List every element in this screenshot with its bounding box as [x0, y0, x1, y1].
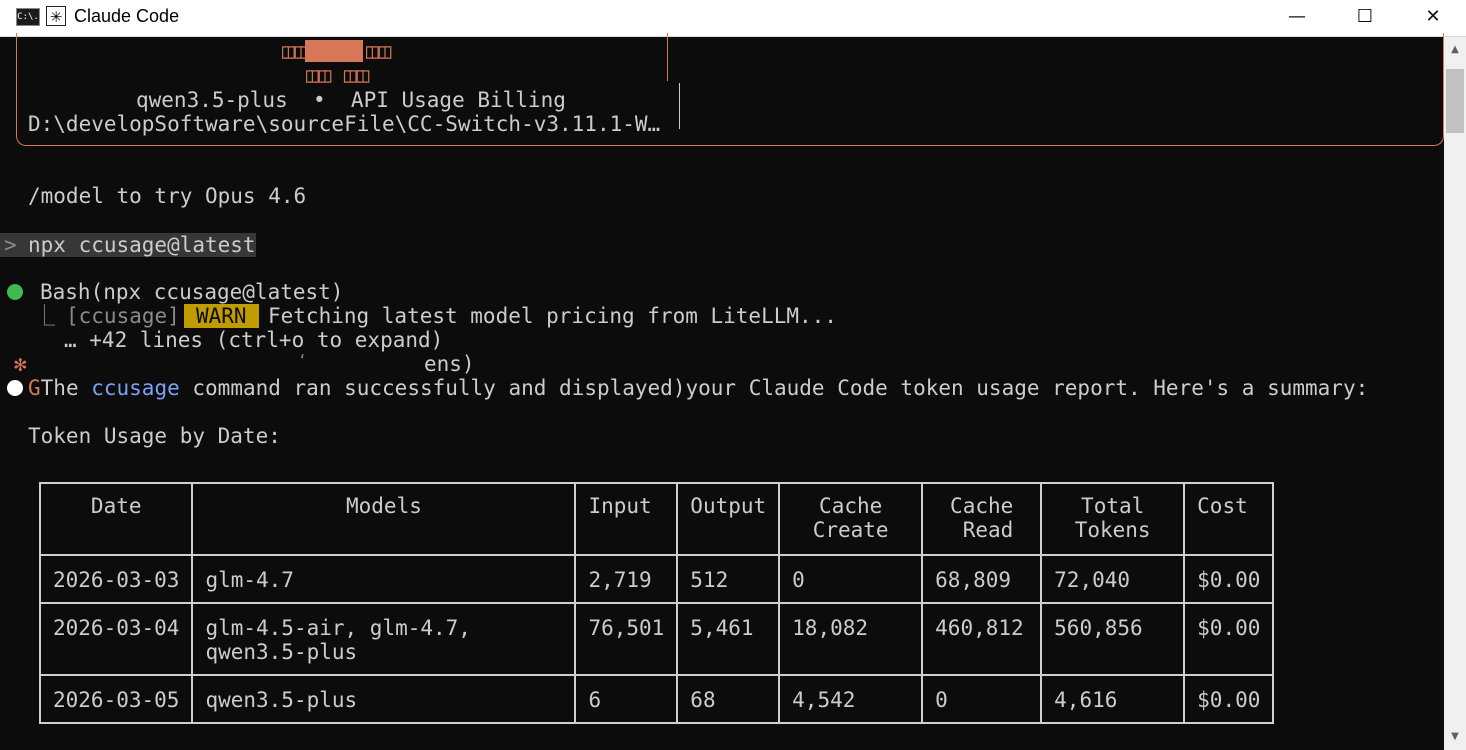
working-directory: D:\developSoftware\sourceFile\CC-Switch-… — [28, 112, 661, 136]
cell-input: 76,501 — [574, 602, 679, 676]
render-artifact-text: ens) — [424, 352, 475, 376]
cell-cache-read: 0 — [921, 674, 1043, 724]
panel-divider — [679, 83, 680, 129]
output-tag: [ccusage] — [66, 304, 180, 328]
cell-cache-create: 18,082 — [778, 602, 924, 676]
assistant-response: GThe ccusage command ran successfully an… — [28, 376, 1369, 400]
tool-call-label[interactable]: Bash(npx ccusage@latest) — [40, 280, 343, 304]
close-button[interactable]: ✕ — [1398, 0, 1466, 36]
cell-models: glm-4.7 — [191, 554, 577, 604]
cell-cache-create: 4,542 — [778, 674, 924, 724]
column-header-models: Models — [191, 482, 577, 556]
prompt-marker-icon: > — [4, 233, 17, 257]
cell-output: 68 — [676, 674, 781, 724]
mascot-icon-right: ◫◫ — [366, 39, 392, 63]
table-row: 2026-03-03 glm-4.7 2,719 512 0 68,809 72… — [38, 554, 1275, 604]
cell-output: 512 — [676, 554, 781, 604]
window-title-bar[interactable]: C:\. ✳ Claude Code — ☐ ✕ — [0, 0, 1466, 37]
claude-asterisk-icon: ✳ — [46, 6, 66, 26]
section-heading: Token Usage by Date: — [28, 424, 281, 448]
inline-code: ccusage — [91, 376, 180, 400]
spinner-icon: ✻ — [14, 352, 27, 376]
render-artifact: G — [28, 376, 41, 400]
output-text: Fetching latest model pricing from LiteL… — [268, 304, 837, 328]
column-header-output: Output — [676, 482, 781, 556]
column-header-cache-read: Cache Read — [921, 482, 1043, 556]
render-artifact: ) — [672, 376, 686, 400]
cell-cost: $0.00 — [1183, 554, 1275, 604]
terminal-output[interactable]: ◫◫ ◫◫ ◫◫ ◫◫ qwen3.5-plus • API Usage Bil… — [0, 33, 1444, 750]
mascot-icon-left: ◫◫ — [282, 39, 308, 63]
render-artifact: ‘ — [298, 353, 307, 369]
expand-output-hint[interactable]: … +42 lines (ctrl+o to expand) — [64, 328, 443, 352]
tool-status-dot-icon — [7, 284, 23, 300]
warn-badge: WARN — [184, 304, 259, 328]
tip-text: /model to try Opus 4.6 — [28, 184, 307, 208]
window-title: Claude Code — [74, 6, 180, 26]
scroll-up-icon[interactable]: ▲ — [1444, 37, 1466, 63]
cell-total-tokens: 4,616 — [1040, 674, 1186, 724]
mascot-body — [305, 40, 363, 62]
column-header-date: Date — [38, 482, 194, 556]
cell-date: 2026-03-05 — [38, 674, 194, 724]
token-usage-table: Date Models Input Output Cache Create Ca… — [38, 482, 1275, 724]
minimize-button[interactable]: — — [1262, 0, 1332, 36]
scroll-down-icon[interactable]: ▼ — [1444, 724, 1466, 750]
cell-cost: $0.00 — [1183, 602, 1275, 676]
output-branch-icon: ⎿ — [34, 304, 55, 328]
column-header-cost: Cost — [1183, 482, 1275, 556]
column-header-total-tokens: Total Tokens — [1040, 482, 1186, 556]
cell-output: 5,461 — [676, 602, 781, 676]
cell-cache-read: 68,809 — [921, 554, 1043, 604]
maximize-button[interactable]: ☐ — [1330, 0, 1400, 36]
cell-cache-read: 460,812 — [921, 602, 1043, 676]
panel-divider — [667, 33, 668, 81]
cell-models: glm-4.5-air, glm-4.7, qwen3.5-plus — [191, 602, 577, 676]
cell-input: 6 — [574, 674, 679, 724]
cell-total-tokens: 72,040 — [1040, 554, 1186, 604]
column-header-input: Input — [574, 482, 679, 556]
cell-total-tokens: 560,856 — [1040, 602, 1186, 676]
cmd-icon[interactable]: C:\. — [16, 8, 40, 26]
cell-input: 2,719 — [574, 554, 679, 604]
cell-date: 2026-03-04 — [38, 602, 194, 676]
scrollbar-thumb[interactable] — [1446, 69, 1464, 133]
cell-models: qwen3.5-plus — [191, 674, 577, 724]
response-bullet-icon — [7, 380, 23, 396]
table-header-row: Date Models Input Output Cache Create Ca… — [38, 482, 1275, 556]
model-billing-line: qwen3.5-plus • API Usage Billing — [136, 88, 566, 112]
vertical-scrollbar[interactable]: ▲ ▼ — [1444, 37, 1466, 750]
table-row: 2026-03-05 qwen3.5-plus 6 68 4,542 0 4,6… — [38, 674, 1275, 724]
cell-date: 2026-03-03 — [38, 554, 194, 604]
column-header-cache-create: Cache Create — [778, 482, 924, 556]
table-row: 2026-03-04 glm-4.5-air, glm-4.7, qwen3.5… — [38, 602, 1275, 676]
cell-cost: $0.00 — [1183, 674, 1275, 724]
user-prompt[interactable]: npx ccusage@latest — [28, 233, 256, 257]
cell-cache-create: 0 — [778, 554, 924, 604]
mascot-feet-icon: ◫◫ ◫◫ — [306, 63, 370, 87]
